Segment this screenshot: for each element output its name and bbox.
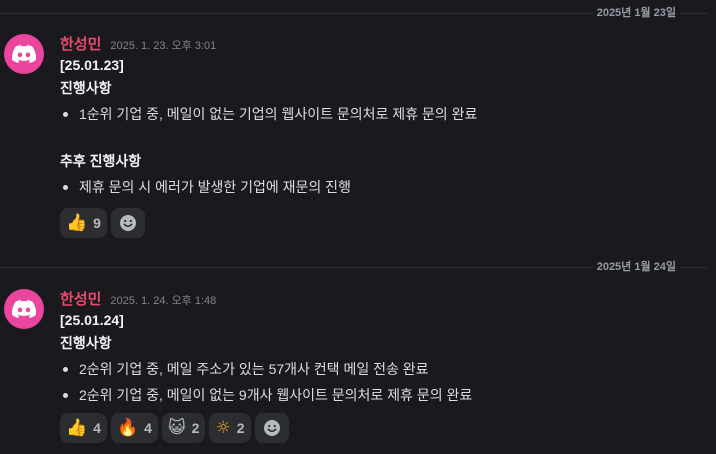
message-line: [25.01.23] (60, 57, 124, 73)
message-header: 한성민 2025. 1. 23. 오후 3:01 (60, 33, 706, 54)
avatar[interactable] (4, 289, 44, 329)
reaction-count: 4 (93, 420, 101, 436)
message-line: 진행사항 (60, 80, 112, 96)
fire-icon: 🔥 (116, 418, 139, 438)
message-content: 한성민 2025. 1. 24. 오후 1:48 [25.01.24] 진행사항… (60, 288, 706, 443)
list-item-text: 2순위 기업 중, 메일이 없는 9개사 웹사이트 문의처로 제휴 문의 완료 (79, 387, 473, 403)
discord-logo-icon (12, 300, 36, 318)
add-reaction-button[interactable] (110, 208, 145, 238)
smiley-icon (263, 420, 280, 436)
reaction-count: 4 (144, 420, 152, 436)
reaction-thumbs-up[interactable]: 👍 9 (60, 208, 107, 238)
reaction-sun[interactable]: ☼ 2 (209, 413, 251, 443)
discord-logo-icon (12, 45, 36, 63)
bullet-icon (63, 111, 68, 117)
date-divider-label: 2025년 1월 24일 (592, 260, 680, 274)
reaction-fire[interactable]: 🔥 4 (110, 413, 158, 443)
add-reaction-button[interactable] (254, 413, 289, 443)
message-line: [25.01.24] (60, 312, 124, 328)
message-line: 진행사항 (60, 335, 112, 351)
bullet-icon (63, 366, 68, 372)
thumbs-up-icon: 👍 (66, 418, 88, 438)
avatar[interactable] (4, 34, 44, 74)
list-item-text: 제휴 문의 시 에러가 발생한 기업에 재문의 진행 (79, 179, 351, 195)
reaction-count: 2 (191, 420, 200, 436)
reaction-count: 9 (93, 215, 101, 231)
bullet-icon (63, 392, 68, 398)
smiley-icon (119, 215, 136, 231)
message-heading: 추후 진행사항 (60, 153, 142, 169)
timestamp[interactable]: 2025. 1. 23. 오후 3:01 (110, 37, 216, 53)
message-content: 한성민 2025. 1. 23. 오후 3:01 [25.01.23] 진행사항… (60, 33, 706, 238)
reaction-smiling-cat[interactable]: 😺 2 (161, 413, 206, 443)
username[interactable]: 한성민 (60, 288, 101, 309)
list-item-text: 2순위 기업 중, 메일 주소가 있는 57개사 컨택 메일 전송 완료 (79, 361, 429, 377)
reaction-thumbs-up[interactable]: 👍 4 (60, 413, 107, 443)
bullet-icon (63, 184, 68, 190)
sun-icon: ☼ (215, 418, 231, 438)
message-header: 한성민 2025. 1. 24. 오후 1:48 (60, 288, 706, 309)
list-item: 2순위 기업 중, 메일이 없는 9개사 웹사이트 문의처로 제휴 문의 완료 (60, 382, 706, 408)
date-divider-label: 2025년 1월 23일 (592, 6, 680, 20)
reaction-bar: 👍 9 (60, 208, 145, 238)
reaction-bar: 👍 4 🔥 4 😺 2 ☼ 2 (60, 413, 289, 443)
list-item: 2순위 기업 중, 메일 주소가 있는 57개사 컨택 메일 전송 완료 (60, 356, 706, 382)
username[interactable]: 한성민 (60, 33, 101, 54)
timestamp[interactable]: 2025. 1. 24. 오후 1:48 (110, 292, 216, 308)
thumbs-up-icon: 👍 (66, 213, 88, 233)
list-item: 제휴 문의 시 에러가 발생한 기업에 재문의 진행 (60, 174, 706, 200)
list-item-text: 1순위 기업 중, 메일이 없는 기업의 웹사이트 문의처로 제휴 문의 완료 (79, 106, 478, 122)
smiling-cat-icon: 😺 (167, 418, 186, 438)
list-item: 1순위 기업 중, 메일이 없는 기업의 웹사이트 문의처로 제휴 문의 완료 (60, 101, 706, 127)
reaction-count: 2 (236, 420, 245, 436)
